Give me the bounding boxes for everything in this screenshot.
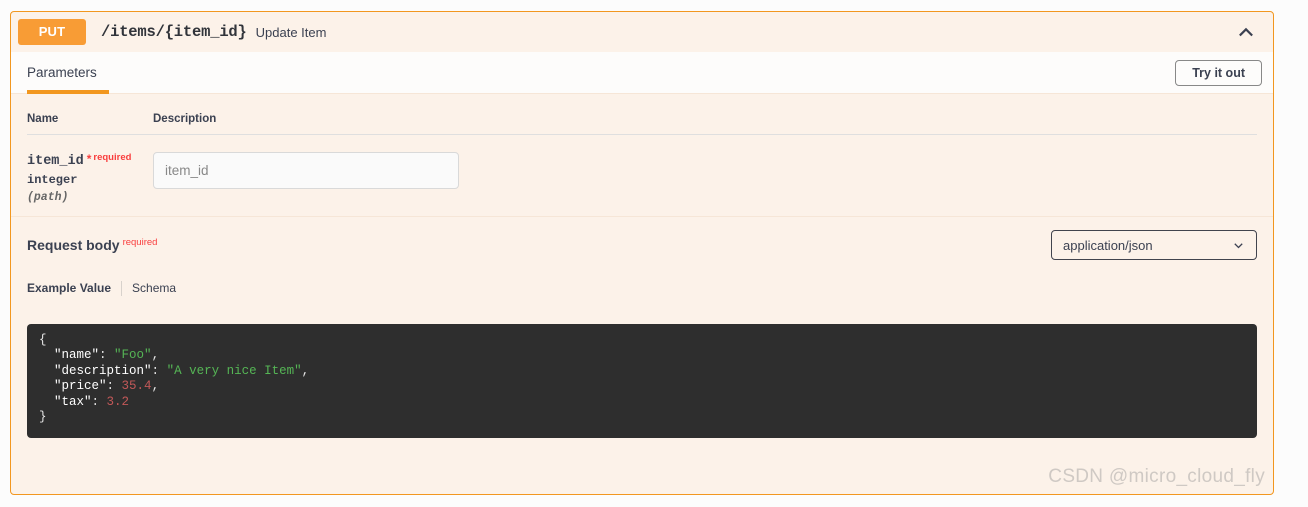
request-body-title-text: Request body: [27, 237, 120, 253]
request-body-required-label: required: [122, 237, 158, 248]
operation-summary-text: Update Item: [255, 24, 327, 40]
chevron-up-icon[interactable]: [1231, 17, 1261, 47]
parameter-location: (path): [27, 191, 69, 204]
operation-block-put-items: PUT /items/{item_id} Update Item Paramet…: [10, 11, 1274, 495]
parameter-input-cell: [153, 135, 1257, 217]
active-tab-underline: [27, 90, 109, 94]
tab-example-value[interactable]: Example Value: [27, 281, 121, 295]
parameters-table: Name Description item_id * required intege…: [27, 94, 1257, 216]
content-type-select[interactable]: application/json: [1051, 230, 1257, 260]
operation-path: /items/{item_id}: [101, 23, 247, 41]
watermark-text: CSDN @micro_cloud_fly: [1048, 466, 1265, 487]
operation-summary-header[interactable]: PUT /items/{item_id} Update Item: [11, 12, 1273, 52]
parameters-tab-row: Parameters Try it out: [11, 52, 1273, 94]
column-header-description: Description: [153, 94, 1257, 135]
request-body-title: Request body required: [27, 237, 157, 253]
http-method-badge: PUT: [18, 19, 86, 45]
example-code-wrapper: { "name": "Foo", "description": "A very …: [11, 303, 1273, 438]
table-header-row: Name Description: [27, 94, 1257, 135]
item-id-input[interactable]: [153, 152, 459, 189]
example-json-code[interactable]: { "name": "Foo", "description": "A very …: [27, 323, 1257, 438]
required-label: required: [93, 152, 132, 163]
chevron-down-icon: [1232, 239, 1245, 252]
try-it-out-button[interactable]: Try it out: [1175, 59, 1262, 86]
column-header-name: Name: [27, 94, 153, 135]
request-body-header: Request body required application/json: [11, 217, 1273, 273]
parameters-table-head: Name Description: [27, 94, 1257, 135]
parameter-name-text: item_id: [27, 154, 84, 169]
parameter-name: item_id * required: [27, 152, 153, 169]
parameters-table-body: item_id * required integer (path): [27, 135, 1257, 217]
example-schema-tabs: Example Value Schema: [11, 273, 1273, 303]
required-asterisk-icon: *: [86, 152, 92, 166]
table-row: item_id * required integer (path): [27, 135, 1257, 217]
operation-body: Parameters Try it out Name Description i…: [11, 52, 1273, 438]
content-type-value: application/json: [1063, 237, 1153, 253]
tab-schema[interactable]: Schema: [122, 281, 176, 295]
tab-parameters[interactable]: Parameters: [27, 52, 97, 93]
parameters-section: Name Description item_id * required intege…: [11, 94, 1273, 216]
parameter-type: integer: [27, 173, 78, 187]
parameter-meta-cell: item_id * required integer (path): [27, 135, 153, 217]
